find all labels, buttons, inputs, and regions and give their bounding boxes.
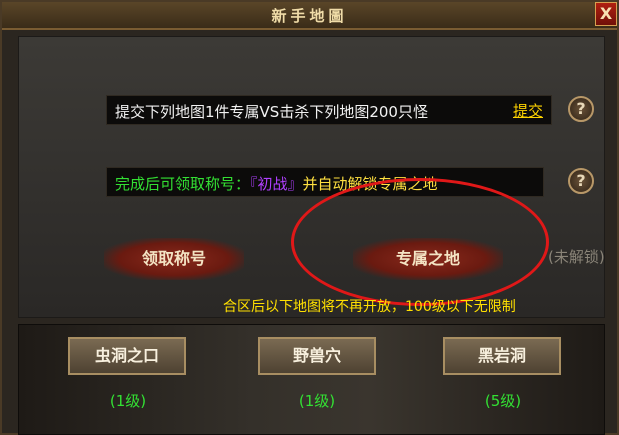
task-description-box: 提交下列地图1件专属VS击杀下列地图200只怪 — [106, 95, 552, 125]
merge-notice: 合区后以下地图将不再开放，100级以下无限制 — [223, 299, 516, 315]
map-level-wormhole-entrance: (1级) — [109, 392, 147, 410]
map-button-wormhole-entrance[interactable]: 虫洞之口 — [68, 337, 186, 375]
claim-title-button[interactable]: 领取称号 — [104, 238, 244, 280]
help-icon[interactable]: ? — [568, 96, 594, 122]
map-button-black-rock-cave[interactable]: 黑岩洞 — [443, 337, 561, 375]
reward-prefix: 完成后可领取称号： — [115, 175, 251, 193]
highlight-annotation-oval — [291, 178, 549, 306]
submit-link[interactable]: 提交 — [513, 100, 543, 121]
map-level-black-rock-cave: (5级) — [484, 392, 522, 410]
window-title: 新手地圖 — [271, 7, 348, 25]
map-button-beast-lair[interactable]: 野兽穴 — [258, 337, 376, 375]
help-icon[interactable]: ? — [568, 168, 594, 194]
title-bar: 新手地圖 — [2, 2, 617, 30]
task-description: 提交下列地图1件专属VS击杀下列地图200只怪 — [115, 103, 428, 121]
reward-title-name: 『初战』 — [250, 175, 303, 193]
close-button[interactable]: X — [595, 2, 617, 26]
locked-status: (未解锁) — [548, 248, 605, 266]
map-level-beast-lair: (1级) — [298, 392, 336, 410]
